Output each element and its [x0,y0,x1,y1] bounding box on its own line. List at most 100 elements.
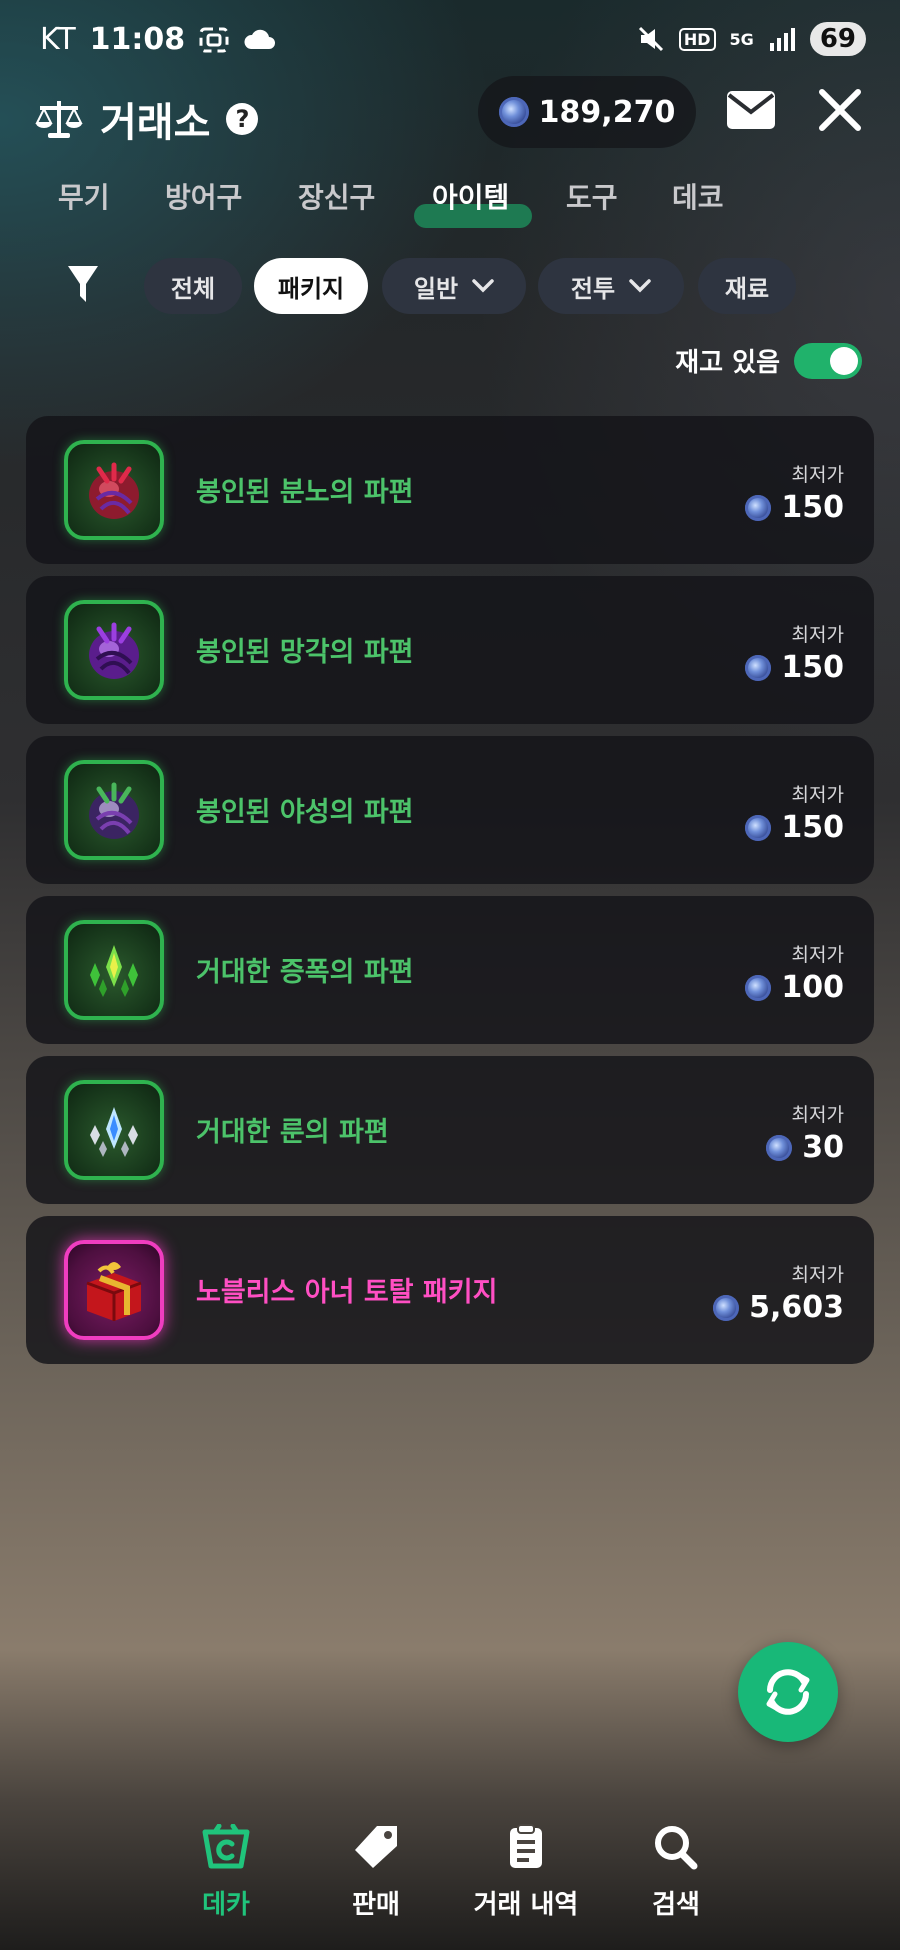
filter-chip-label: 일반 [413,274,459,303]
category-tabs: 무기 방어구 장신구 아이템 도구 데코 [0,176,900,236]
chevron-down-icon [472,279,494,293]
hd-voice-badge: HD [678,27,716,51]
scales-icon [35,101,83,138]
network-type: 5G [729,29,754,49]
green-sealed-shard-icon [64,760,164,860]
price-value: 100 [781,970,844,1005]
screenshot-icon [199,27,229,52]
filter-chip-label: 재료 [724,274,770,303]
filter-chip-label: 전투 [570,274,616,303]
tab-accessories[interactable]: 장신구 [298,176,375,216]
refresh-button[interactable] [738,1642,838,1742]
item-list: 봉인된 분노의 파편 최저가 150 봉인된 망각의 파편 최저가 150 봉인… [26,416,874,1376]
tab-weapons[interactable]: 무기 [58,176,110,216]
nav-item-trade-history[interactable]: 거래 내역 [456,1824,596,1921]
nav-item-search[interactable]: 검색 [606,1824,746,1921]
blue-crystal-cluster-icon [64,1080,164,1180]
item-name: 거대한 증폭의 파편 [196,957,414,988]
price-value: 150 [781,650,844,685]
nav-item-sell[interactable]: 판매 [306,1824,446,1921]
item-name: 노블리스 아너 토탈 패키지 [196,1277,498,1308]
price-value: 30 [802,1130,844,1165]
red-sealed-shard-icon [64,440,164,540]
item-price: 150 [745,490,844,525]
item-price: 150 [745,650,844,685]
close-icon[interactable] [816,86,864,134]
coin-icon [745,814,772,841]
red-gift-box-icon [64,1240,164,1340]
item-price: 100 [745,970,844,1005]
list-item[interactable]: 봉인된 망각의 파편 최저가 150 [26,576,874,724]
filter-chip-package[interactable]: 패키지 [254,258,368,314]
filter-chip-combat[interactable]: 전투 [538,258,684,314]
tab-items[interactable]: 아이템 [432,176,509,216]
list-item[interactable]: 봉인된 야성의 파편 최저가 150 [26,736,874,884]
price-value: 5,603 [749,1290,844,1325]
nav-item-deka[interactable]: 데카 [156,1824,296,1921]
price-label: 최저가 [791,464,844,486]
status-bar: KT 11:08 HD 5G 69 [0,0,900,86]
filter-chip-all[interactable]: 전체 [144,258,242,314]
item-name: 봉인된 야성의 파편 [196,797,414,828]
price-value: 150 [781,490,844,525]
nav-label: 검색 [652,1890,700,1920]
mute-icon [638,26,663,52]
chevron-down-icon [629,279,651,293]
coin-icon [713,1294,740,1321]
item-name: 봉인된 망각의 파편 [196,637,414,668]
in-stock-toggle[interactable] [794,342,862,379]
price-label: 최저가 [791,784,844,806]
item-name: 거대한 룬의 파편 [196,1117,389,1148]
price-label: 최저가 [791,1104,844,1126]
filter-chip-label: 패키지 [277,274,345,303]
item-price: 150 [745,810,844,845]
filter-chip-materials[interactable]: 재료 [698,258,796,314]
filter-bar: 전체 패키지 일반 전투 재료 [0,258,900,318]
help-icon[interactable]: ? [226,103,259,135]
refresh-icon [766,1669,810,1715]
page-title: 거래소 [100,100,211,146]
carrier-label: KT [40,22,76,57]
tab-tools[interactable]: 도구 [566,176,618,216]
item-price: 30 [766,1130,844,1165]
in-stock-filter: 재고 있음 [675,342,862,379]
toggle-knob [830,346,858,375]
currency-balance: 189,270 [478,76,696,148]
price-label: 최저가 [791,624,844,646]
list-item[interactable]: 거대한 증폭의 파편 최저가 100 [26,896,874,1044]
clipboard-icon [510,1824,542,1868]
list-item[interactable]: 노블리스 아너 토탈 패키지 최저가 5,603 [26,1216,874,1364]
coin-icon [745,654,772,681]
currency-amount: 189,270 [538,94,676,130]
filter-chip-general[interactable]: 일반 [382,258,526,314]
price-label: 최저가 [791,1264,844,1286]
price-value: 150 [781,810,844,845]
in-stock-label: 재고 있음 [675,348,780,378]
cloud-icon [244,29,276,49]
price-label: 최저가 [791,944,844,966]
tab-deco[interactable]: 데코 [672,176,724,216]
item-name: 봉인된 분노의 파편 [196,477,414,508]
nav-label: 판매 [352,1890,400,1920]
battery-level: 69 [809,22,866,56]
app-header: 거래소 ? 189,270 [0,76,900,186]
nav-label: 거래 내역 [473,1890,579,1920]
filter-icon[interactable] [66,264,100,306]
bottom-nav: 데카 판매 거래 내역 검색 [0,1800,900,1950]
coin-icon [745,974,772,1001]
tag-icon [355,1826,397,1868]
tab-armor[interactable]: 방어구 [165,176,242,216]
coin-icon [766,1134,793,1161]
list-item[interactable]: 거대한 룬의 파편 최저가 30 [26,1056,874,1204]
green-crystal-cluster-icon [64,920,164,1020]
mail-icon[interactable] [726,90,776,130]
clock: 11:08 [89,22,186,57]
filter-chip-label: 전체 [170,274,216,303]
basket-icon [202,1824,250,1869]
signal-icon [769,28,795,51]
nav-label: 데카 [202,1890,250,1920]
search-icon [655,1826,698,1870]
coin-icon [498,97,529,127]
list-item[interactable]: 봉인된 분노의 파편 최저가 150 [26,416,874,564]
item-price: 5,603 [713,1290,844,1325]
